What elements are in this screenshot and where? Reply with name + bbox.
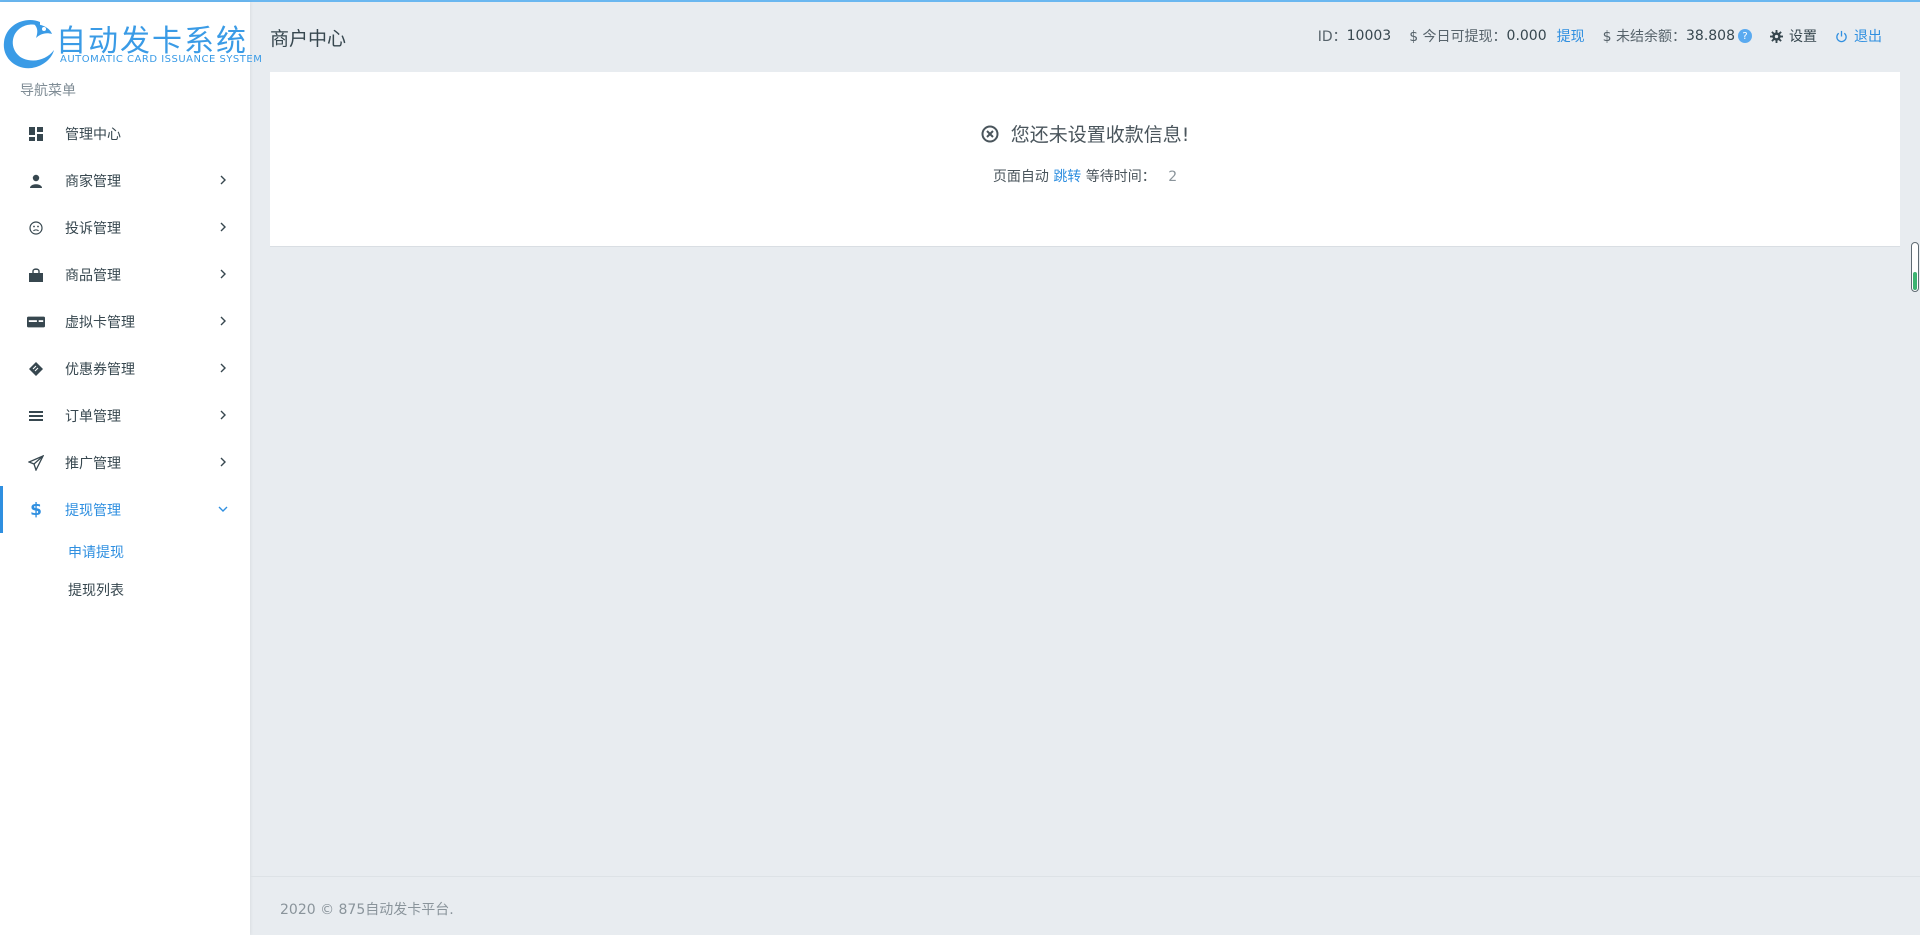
chevron-right-icon (220, 410, 226, 420)
sidebar-item-label: 商品管理 (65, 267, 121, 284)
notice-message: 您还未设置收款信息! (270, 120, 1900, 147)
unsettled-balance-value: 38.808 (1686, 28, 1735, 44)
sidebar-item-withdrawals[interactable]: $ 提现管理 (0, 486, 250, 533)
redirect-countdown: 2 (1168, 169, 1178, 185)
page-title: 商户中心 (270, 28, 347, 50)
sidebar: 自动发卡系统 AUTOMATIC CARD ISSUANCE SYSTEM 导航… (0, 2, 262, 935)
dollar-icon: $ (30, 499, 42, 520)
sidebar-item-virtual-cards[interactable]: 虚拟卡管理 (0, 298, 250, 345)
credit-card-icon (27, 313, 45, 331)
sidebar-item-promotion[interactable]: 推广管理 (0, 439, 250, 486)
top-header: 商户中心 ID： 10003 $ 今日可提现： 0.000 提现 $ 未结余额：… (250, 2, 1920, 70)
sidebar-nav: 管理中心 商家管理 投诉管理 商品管理 虚拟卡管理 优惠券管理 订单管理 推广管… (0, 110, 250, 609)
redirect-wait-label: 等待时间： (1085, 169, 1156, 185)
header-info: ID： 10003 $ 今日可提现： 0.000 提现 $ 未结余额： 38.8… (1318, 26, 1920, 46)
logo-mark-icon (3, 20, 55, 69)
chevron-right-icon (220, 363, 226, 373)
sidebar-item-label: 管理中心 (65, 126, 121, 143)
dashboard-icon (27, 125, 45, 143)
ticket-icon (27, 360, 45, 378)
redirect-link[interactable]: 跳转 (1053, 169, 1081, 185)
scroll-indicator-fill (1913, 272, 1917, 290)
settings-button[interactable]: 设置 (1770, 26, 1817, 46)
sidebar-subitem-withdrawal-list[interactable]: 提现列表 (0, 571, 250, 609)
sidebar-item-label: 商家管理 (65, 173, 121, 190)
settings-label: 设置 (1789, 29, 1817, 45)
redirect-prefix: 页面自动 (992, 169, 1049, 185)
sidebar-item-dashboard[interactable]: 管理中心 (0, 110, 250, 157)
sad-face-icon (27, 219, 45, 237)
scroll-indicator[interactable] (1911, 242, 1919, 292)
chevron-right-icon (220, 316, 226, 326)
sidebar-item-label: 优惠券管理 (65, 361, 135, 378)
chevron-right-icon (220, 457, 226, 467)
merchant-id-label: ID： (1317, 29, 1347, 45)
sidebar-item-coupons[interactable]: 优惠券管理 (0, 345, 250, 392)
help-icon[interactable]: ? (1738, 29, 1752, 43)
user-icon (27, 172, 45, 190)
sidebar-item-label: 推广管理 (65, 455, 121, 472)
sidebar-item-label: 投诉管理 (65, 220, 121, 237)
today-withdrawable-value: 0.000 (1506, 28, 1547, 44)
withdraw-link[interactable]: 提现 (1557, 26, 1585, 46)
merchant-id-value: 10003 (1346, 28, 1392, 44)
list-icon (27, 407, 45, 425)
sidebar-item-complaints[interactable]: 投诉管理 (0, 204, 250, 251)
sidebar-item-label: 提现管理 (65, 502, 121, 519)
notice-text: 您还未设置收款信息! (1010, 124, 1190, 146)
chevron-down-icon (218, 506, 228, 512)
gear-icon (1770, 29, 1783, 43)
notice-card: 您还未设置收款信息! 页面自动 跳转 等待时间： 2 (270, 72, 1900, 247)
power-icon (1836, 30, 1847, 42)
today-withdrawable-label: $ 今日可提现： (1409, 29, 1507, 45)
logo-subtitle: AUTOMATIC CARD ISSUANCE SYSTEM (60, 54, 263, 65)
close-circle-icon (981, 125, 999, 143)
sidebar-item-label: 订单管理 (65, 408, 121, 425)
nav-title: 导航菜单 (20, 83, 76, 99)
shopping-bag-icon (27, 266, 45, 284)
chevron-right-icon (220, 222, 226, 232)
sidebar-subitem-apply-withdrawal[interactable]: 申请提现 (0, 533, 250, 571)
unsettled-balance-label: $ 未结余额： (1602, 29, 1686, 45)
logout-label: 退出 (1854, 29, 1882, 45)
footer-copyright: 2020 © 875自动发卡平台. (280, 902, 454, 918)
chevron-right-icon (220, 269, 226, 279)
redirect-line: 页面自动 跳转 等待时间： 2 (270, 166, 1900, 186)
paper-plane-icon (27, 454, 45, 472)
sidebar-item-orders[interactable]: 订单管理 (0, 392, 250, 439)
sidebar-item-merchants[interactable]: 商家管理 (0, 157, 250, 204)
footer: 2020 © 875自动发卡平台. (250, 876, 1920, 935)
logo[interactable]: 自动发卡系统 AUTOMATIC CARD ISSUANCE SYSTEM (0, 14, 262, 74)
sidebar-item-products[interactable]: 商品管理 (0, 251, 250, 298)
chevron-right-icon (220, 175, 226, 185)
logout-button[interactable]: 退出 (1835, 26, 1882, 46)
sidebar-item-label: 虚拟卡管理 (65, 314, 135, 331)
